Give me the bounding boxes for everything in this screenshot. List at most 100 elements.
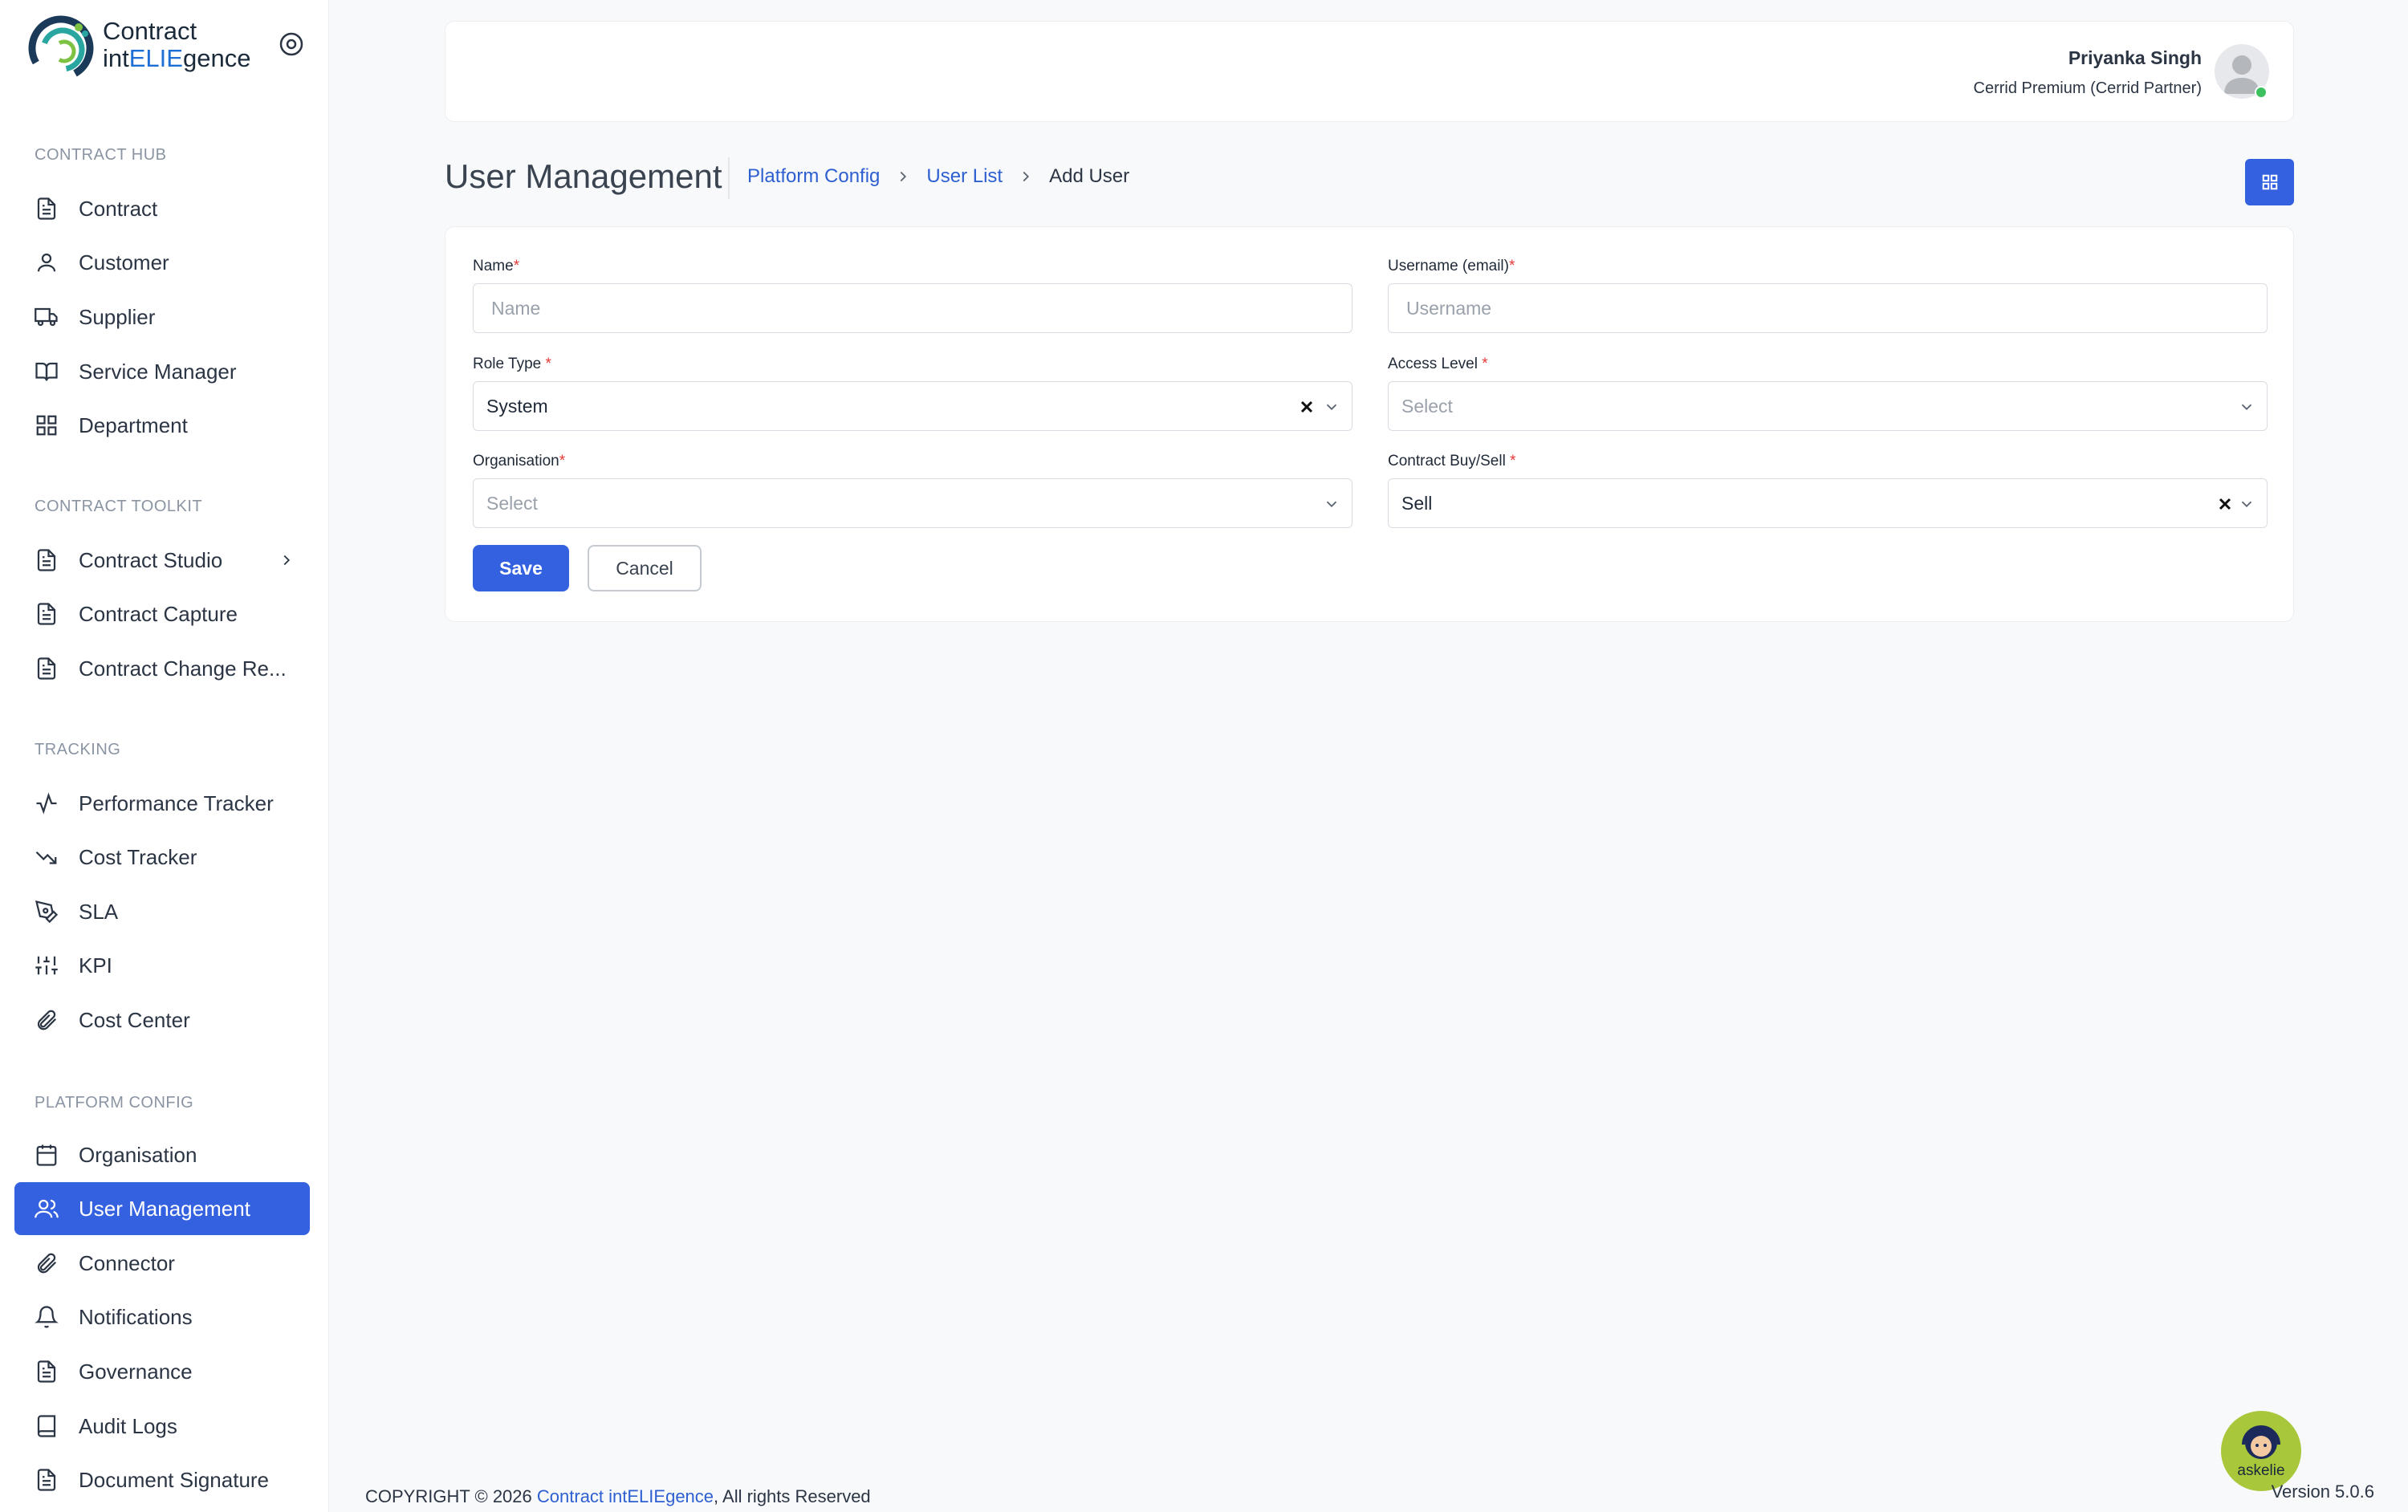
- document-icon: [34, 196, 59, 222]
- sidebar-item-user-management[interactable]: User Management: [14, 1182, 310, 1235]
- clear-icon[interactable]: [2215, 494, 2235, 514]
- footer-brand-link[interactable]: Contract intELIEgence: [537, 1486, 714, 1506]
- document-icon: [34, 547, 59, 573]
- required-mark: *: [1510, 453, 1516, 469]
- sidebar-item-department[interactable]: Department: [14, 399, 310, 452]
- add-user-form: Name* Username (email)* Role Type * Syst…: [445, 226, 2294, 622]
- grid-icon: [2262, 174, 2277, 190]
- chevron-down-icon: [2241, 404, 2252, 411]
- paperclip-icon: [34, 1007, 59, 1033]
- role-type-value: System: [486, 395, 548, 417]
- chevron-right-icon: [901, 171, 907, 182]
- activity-icon: [34, 791, 59, 816]
- contract-buy-sell-value: Sell: [1401, 492, 1433, 514]
- chevron-right-icon: [1023, 171, 1030, 182]
- copyright-suffix: , All rights Reserved: [714, 1486, 871, 1506]
- book-open-icon: [34, 359, 59, 384]
- sidebar-item-supplier[interactable]: Supplier: [14, 291, 310, 343]
- grid-icon: [34, 413, 59, 438]
- sidebar-item-label: Document Signature: [79, 1467, 270, 1492]
- online-status-dot: [2255, 86, 2268, 99]
- assistant-label: askelie: [2237, 1462, 2285, 1479]
- contract-buy-sell-label: Contract Buy/Sell *: [1388, 453, 1515, 470]
- role-type-select[interactable]: System: [473, 381, 1352, 431]
- breadcrumb-user-list[interactable]: User List: [926, 165, 1003, 188]
- document-icon: [34, 601, 59, 627]
- sidebar-item-kpi[interactable]: KPI: [14, 939, 310, 992]
- sidebar-item-cost-center[interactable]: Cost Center: [14, 994, 310, 1047]
- footer-copyright: COPYRIGHT © 2026 Contract intELIEgence, …: [365, 1486, 871, 1507]
- sidebar-item-cost-tracker[interactable]: Cost Tracker: [14, 831, 310, 884]
- chevron-down-icon: [2241, 501, 2252, 508]
- organisation-placeholder: Select: [486, 492, 538, 514]
- sidebar-item-contract[interactable]: Contract: [14, 182, 310, 235]
- sidebar-item-label: Contract Capture: [79, 601, 238, 626]
- breadcrumb: Platform Config User List Add User: [747, 165, 1129, 188]
- required-mark: *: [1508, 258, 1515, 274]
- sidebar: Contract intELIEgence CONTRACT HUB CONTR…: [0, 0, 329, 1512]
- sidebar-item-label: Department: [79, 413, 188, 437]
- sidebar-item-notifications[interactable]: Notifications: [14, 1290, 310, 1343]
- contract-buy-sell-select[interactable]: Sell: [1388, 478, 2268, 528]
- user-name: Priyanka Singh: [2068, 47, 2202, 68]
- sidebar-item-label: KPI: [79, 953, 112, 978]
- contract-buy-sell-label-text: Contract Buy/Sell: [1388, 453, 1511, 469]
- save-button[interactable]: Save: [473, 545, 569, 591]
- cancel-button[interactable]: Cancel: [588, 545, 702, 591]
- sidebar-item-connector[interactable]: Connector: [14, 1237, 310, 1290]
- sidebar-item-label: Organisation: [79, 1142, 197, 1167]
- truck-icon: [34, 304, 59, 330]
- sidebar-item-governance[interactable]: Governance: [14, 1345, 310, 1398]
- sidebar-item-audit-logs[interactable]: Audit Logs: [14, 1400, 310, 1453]
- organisation-label: Organisation*: [473, 453, 565, 470]
- bell-icon: [34, 1304, 59, 1330]
- sidebar-item-customer[interactable]: Customer: [14, 236, 310, 289]
- pen-tool-icon: [34, 899, 59, 925]
- chevron-down-icon: [1326, 501, 1337, 508]
- sidebar-item-label: Audit Logs: [79, 1413, 177, 1438]
- required-mark: *: [545, 356, 551, 372]
- title-divider: [728, 157, 730, 199]
- person-icon: [34, 250, 59, 275]
- users-icon: [34, 1196, 59, 1221]
- name-label-text: Name: [473, 258, 514, 274]
- section-title-contract-toolkit: CONTRACT TOOLKIT: [35, 498, 203, 515]
- brand-logo[interactable]: Contract intELIEgence: [26, 10, 258, 82]
- grid-view-button[interactable]: [2245, 159, 2294, 205]
- breadcrumb-platform-config[interactable]: Platform Config: [747, 165, 880, 188]
- brand-line-2: intELIEgence: [103, 45, 250, 72]
- sidebar-item-label: Supplier: [79, 304, 156, 329]
- sidebar-item-label: Performance Tracker: [79, 791, 274, 815]
- sidebar-item-organisation[interactable]: Organisation: [14, 1128, 310, 1181]
- brand-line-2-post: gence: [182, 44, 251, 72]
- sidebar-item-document-signature[interactable]: Document Signature: [14, 1453, 310, 1506]
- chevron-right-icon: [283, 555, 291, 566]
- username-label-text: Username (email): [1388, 258, 1509, 274]
- book-icon: [34, 1413, 59, 1439]
- top-header: Priyanka Singh Cerrid Premium (Cerrid Pa…: [445, 21, 2294, 122]
- sidebar-item-label: Service Manager: [79, 359, 237, 384]
- access-level-placeholder: Select: [1401, 395, 1453, 417]
- username-label: Username (email)*: [1388, 258, 1515, 275]
- askelie-assistant-button[interactable]: askelie: [2221, 1411, 2301, 1491]
- chevron-down-icon: [1326, 404, 1337, 411]
- role-type-label: Role Type *: [473, 356, 551, 373]
- sidebar-item-service-manager[interactable]: Service Manager: [14, 345, 310, 398]
- organisation-select[interactable]: Select: [473, 478, 1352, 528]
- document-icon: [34, 1359, 59, 1384]
- user-role: Cerrid Premium (Cerrid Partner): [1973, 79, 2203, 97]
- sidebar-item-contract-studio[interactable]: Contract Studio: [14, 534, 310, 587]
- sidebar-toggle-icon[interactable]: [278, 30, 305, 58]
- breadcrumb-add-user: Add User: [1049, 165, 1130, 187]
- sidebar-item-contract-capture[interactable]: Contract Capture: [14, 587, 310, 640]
- sidebar-item-sla[interactable]: SLA: [14, 885, 310, 938]
- name-input[interactable]: [473, 283, 1352, 333]
- brand-line-1: Contract: [103, 17, 197, 45]
- sidebar-item-label: Customer: [79, 250, 169, 274]
- username-input[interactable]: [1388, 283, 2268, 333]
- clear-icon[interactable]: [1297, 397, 1316, 417]
- access-level-select[interactable]: Select: [1388, 381, 2268, 431]
- sidebar-item-contract-change-request[interactable]: Contract Change Re...: [14, 642, 310, 695]
- sidebar-item-label: Cost Tracker: [79, 844, 197, 869]
- sidebar-item-performance-tracker[interactable]: Performance Tracker: [14, 777, 310, 830]
